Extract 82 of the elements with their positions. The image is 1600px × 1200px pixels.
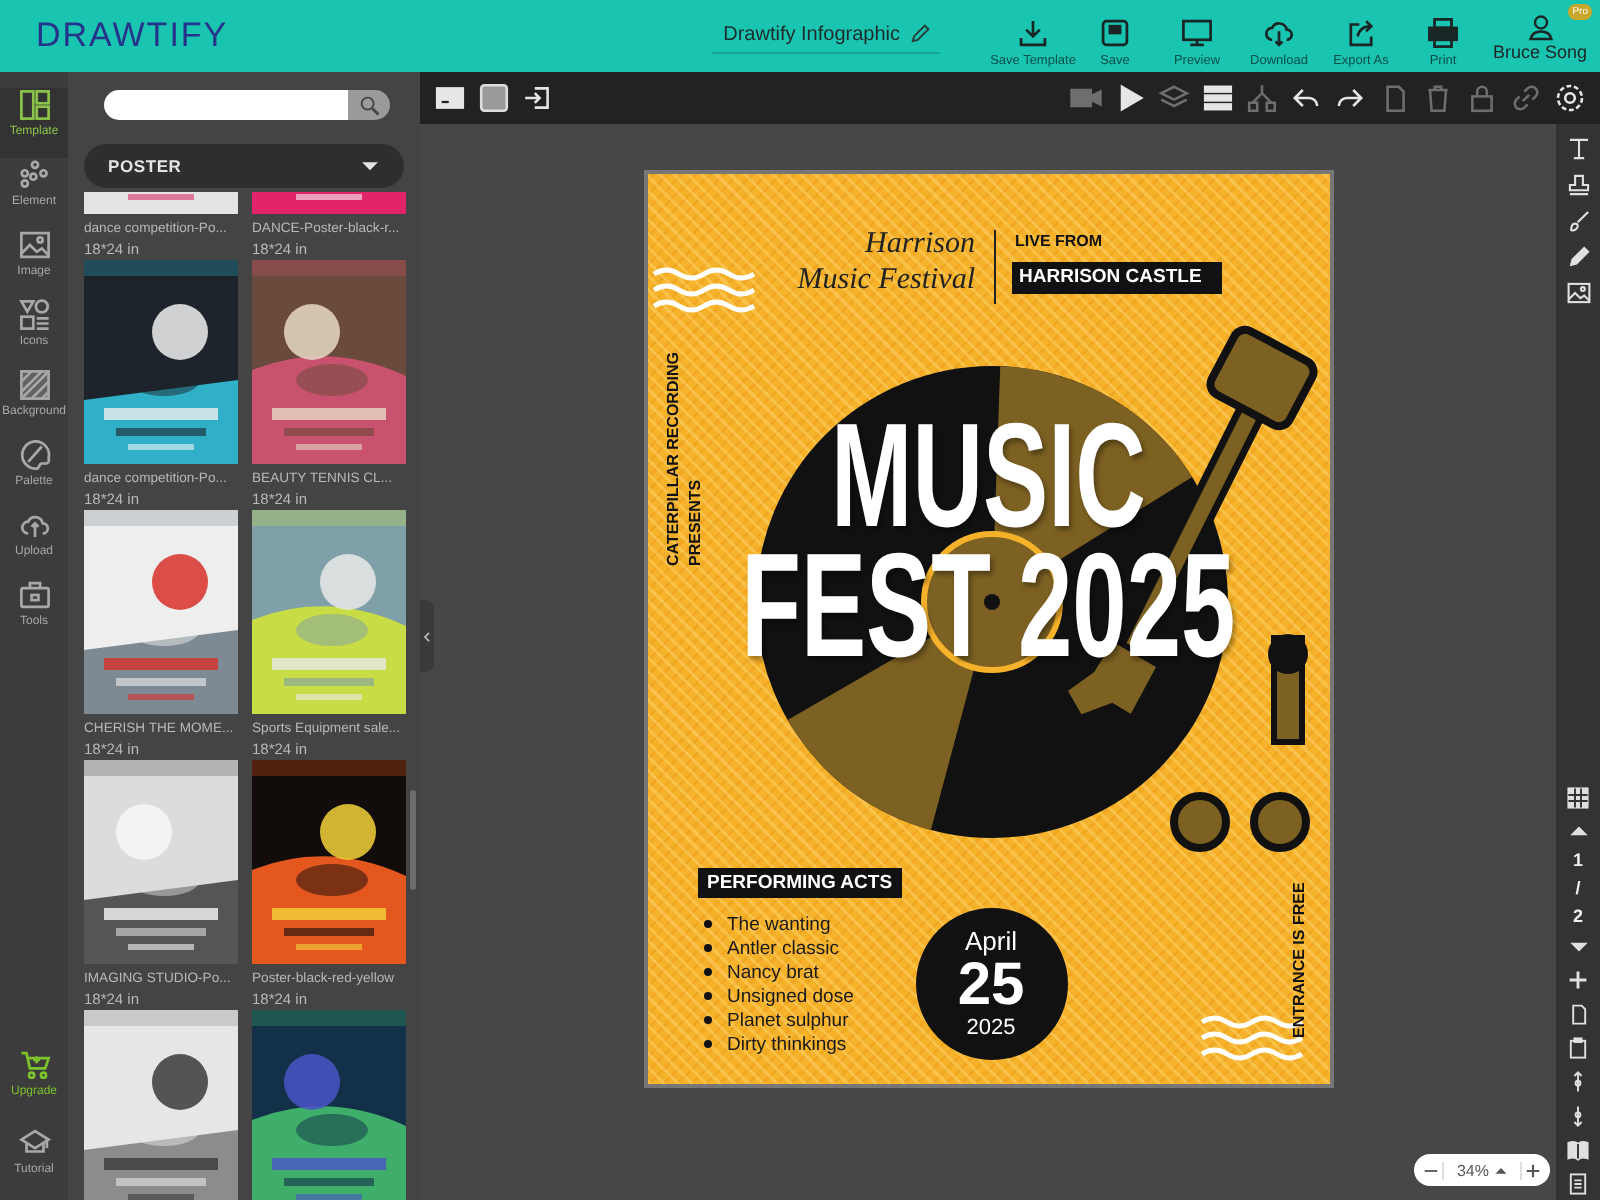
search-icon [357, 93, 381, 117]
collapse-handle[interactable] [420, 600, 434, 672]
stamp-icon[interactable] [1565, 172, 1591, 198]
act-name: Antler classic [727, 937, 839, 959]
wave-lines [650, 267, 756, 313]
poster[interactable] [647, 174, 1329, 1084]
image-icon [17, 228, 51, 262]
presenter-text: PRESENTS [685, 479, 705, 566]
page-separator: / [1575, 880, 1581, 898]
trash-icon [1422, 82, 1454, 114]
plus-icon[interactable] [1523, 1161, 1542, 1179]
chevron-left-icon [420, 629, 434, 643]
import-icon [522, 82, 554, 114]
cart-icon [17, 1048, 51, 1082]
copy-icon[interactable] [1566, 1002, 1590, 1026]
template-icon [17, 88, 51, 122]
search-field[interactable] [104, 90, 348, 120]
page-number: 1 [1572, 852, 1583, 870]
festival-name: Harrison [864, 226, 975, 262]
act-name: The wanting [727, 913, 831, 935]
text-format-icon[interactable] [1565, 136, 1591, 162]
printer-icon [1426, 16, 1460, 50]
pattern-icon [17, 368, 51, 402]
toolbar-button[interactable] [1200, 80, 1236, 116]
date-year: 2025 [966, 1015, 1016, 1041]
scrollbar[interactable] [410, 790, 416, 890]
image-icon[interactable] [1565, 280, 1591, 306]
document-title: Drawtify Infographic [723, 23, 900, 45]
briefcase-icon [17, 578, 51, 612]
group-icon [1246, 82, 1278, 114]
pen-icon[interactable] [1565, 244, 1591, 270]
swatch-icon [478, 82, 510, 114]
dots-icon [17, 158, 51, 192]
cloud-download-icon [1262, 16, 1296, 50]
caret-up-icon [1493, 1163, 1507, 1177]
toolbar-button[interactable] [1552, 80, 1588, 116]
book-icon[interactable] [1566, 1138, 1590, 1162]
share-icon [1344, 16, 1378, 50]
presenter-text: CATERPILLAR RECORDING [663, 352, 683, 566]
document-title-field[interactable]: Drawtify Infographic [711, 18, 940, 54]
user-icon[interactable] [1525, 11, 1555, 41]
clipboard-icon[interactable] [1566, 1036, 1590, 1060]
act-name: Dirty thinkings [727, 1033, 847, 1055]
live-label: LIVE FROM [1015, 232, 1103, 250]
act-name: Nancy brat [727, 961, 819, 983]
acts-heading: PERFORMING ACTS [697, 868, 903, 898]
page-size-icon [434, 82, 466, 114]
align-icon [1202, 82, 1234, 114]
download-icon [1016, 16, 1050, 50]
category-dropdown[interactable]: POSTER [84, 144, 404, 188]
caret-down-icon [360, 156, 380, 176]
bullet [703, 920, 711, 928]
user-name[interactable]: Bruce Song [1492, 41, 1588, 61]
monitor-icon [1180, 16, 1214, 50]
palette-icon [17, 438, 51, 472]
bullet [703, 944, 711, 952]
lock-icon [1466, 82, 1498, 114]
document-icon[interactable] [1566, 1172, 1590, 1196]
date-day: 25 [957, 955, 1025, 1015]
search-button[interactable] [348, 90, 390, 120]
save-icon [1098, 16, 1132, 50]
logo[interactable]: DRAWTIFY [36, 16, 229, 56]
brush-icon[interactable] [1565, 208, 1591, 234]
act-name: Unsigned dose [727, 985, 854, 1007]
date-month: April [964, 927, 1017, 955]
zoom-level: 34% [1456, 1161, 1489, 1179]
act-name: Planet sulphur [727, 1009, 849, 1031]
shapes-icon [17, 298, 51, 332]
venue-label: HARRISON CASTLE [1011, 262, 1221, 294]
bullet [703, 992, 711, 1000]
bullet [703, 968, 711, 976]
entrance-note: ENTRANCE IS FREE [1289, 880, 1309, 1038]
festival-name: Music Festival [797, 262, 975, 298]
headline: MUSIC [830, 410, 1146, 540]
zoom-control[interactable]: 34% [1414, 1154, 1550, 1186]
pencil-icon [908, 22, 932, 46]
page-total: 2 [1572, 908, 1583, 926]
bullet [703, 1016, 711, 1024]
settings-icon [1554, 82, 1586, 114]
bullet [703, 1040, 711, 1048]
link-icon [1510, 82, 1542, 114]
grid-icon[interactable] [1566, 786, 1590, 810]
